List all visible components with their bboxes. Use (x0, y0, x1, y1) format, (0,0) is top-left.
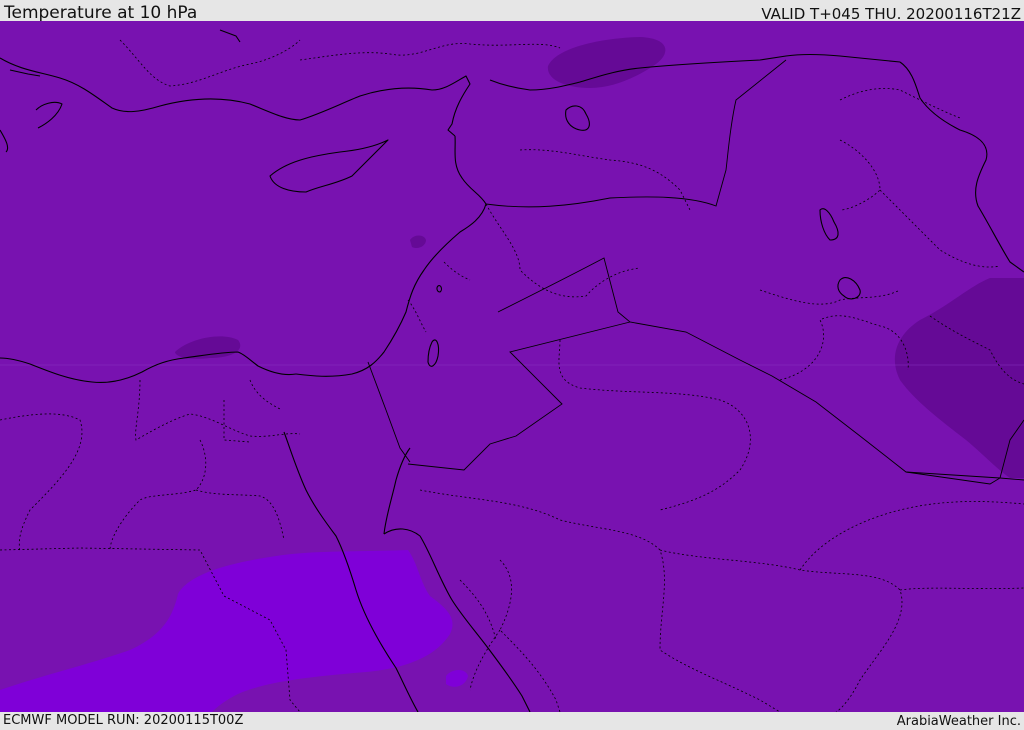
weather-map[interactable] (0, 21, 1024, 712)
map-title: Temperature at 10 hPa (4, 3, 198, 23)
credit-label: ArabiaWeather Inc. (896, 714, 1021, 729)
map-panel[interactable] (0, 21, 1024, 712)
map-footer: ECMWF MODEL RUN: 20200115T00Z ArabiaWeat… (0, 712, 1024, 729)
map-header: Temperature at 10 hPa VALID T+045 THU. 2… (0, 0, 1024, 23)
model-run-label: ECMWF MODEL RUN: 20200115T00Z (3, 713, 244, 728)
